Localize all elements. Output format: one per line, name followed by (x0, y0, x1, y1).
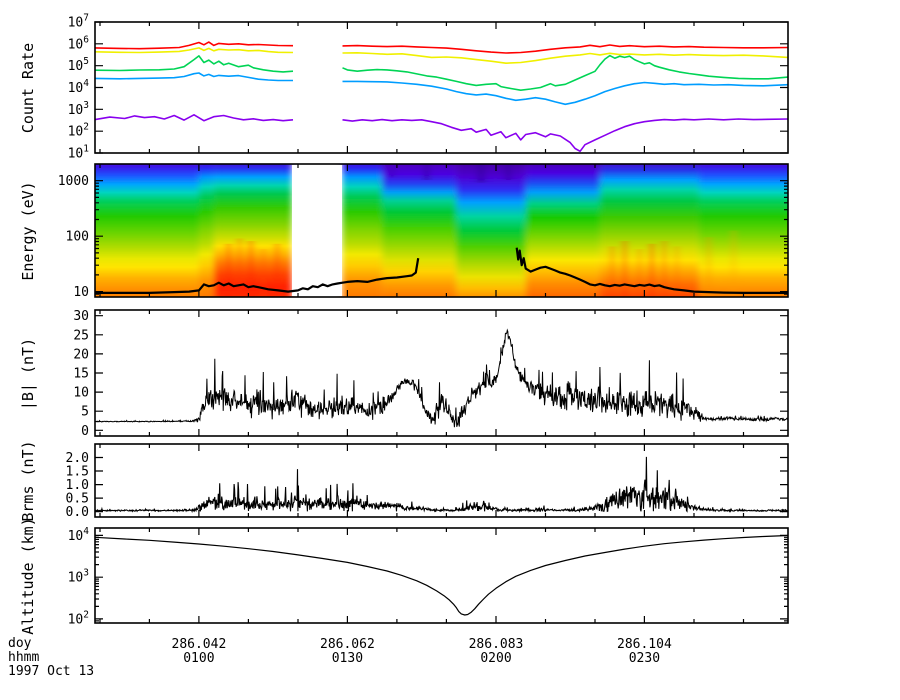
y-tick-label: 10 (73, 285, 89, 300)
y-tick-label: 1000 (58, 174, 89, 189)
y-tick-label: 0.0 (66, 505, 89, 520)
x-tick-label-doy: 286.042 (172, 637, 227, 652)
y-tick-label: 103 (68, 100, 89, 118)
y-tick-label: 15 (73, 367, 89, 382)
y-tick-label: 25 (73, 328, 89, 343)
y-tick-label: 30 (73, 309, 89, 324)
altitude-panel: 102 103 104 (68, 526, 789, 628)
y-tick-label: 2.0 (66, 451, 89, 466)
x-tick-label-hhmm: 0100 (183, 651, 214, 666)
x-tick-label-hhmm: 0230 (629, 651, 660, 666)
y-tick-labels: 0 5 10 15 20 25 30 (73, 309, 89, 439)
x-tick-label-doy: 286.083 (469, 637, 524, 652)
series-brms (94, 456, 789, 514)
y-tick-label: 106 (68, 34, 90, 52)
altitude-axis-title: Altitude (km) (19, 517, 37, 635)
x-tick-label-hhmm: 0200 (480, 651, 511, 666)
series-channel-red (94, 41, 294, 50)
y-tick-label: 5 (81, 405, 89, 420)
series-altitude (94, 534, 789, 616)
y-tick-label: 0 (81, 424, 89, 439)
panel-frame (94, 309, 789, 437)
series-bmag (95, 328, 789, 428)
y-tick-label: 107 (68, 13, 89, 31)
series-channel-purple (94, 114, 294, 122)
series-channel-blue (94, 72, 293, 82)
series-channel-red (342, 44, 789, 54)
count-rate-axis-title: Count Rate (19, 42, 37, 134)
data-gap (292, 165, 343, 296)
y-tick-label: 102 (68, 609, 89, 627)
spectrogram-columns (95, 164, 788, 297)
brms-panel: 0.00.51.01.52.0 (66, 443, 789, 520)
orbit-survey-plot-figure: 101 102 103 104 105 106 107 10 100 1000 0 5 10 15 20… (0, 0, 900, 700)
series-channel-purple (342, 118, 789, 153)
bmag-panel: 0 5 10 15 20 25 30 (73, 309, 789, 439)
x-tick-label-hhmm: 0130 (332, 651, 363, 666)
x-axis-tick-labels: 286.0420100 286.0620130 286.0830200 286.104… (172, 637, 672, 666)
y-tick-label: 20 (73, 347, 89, 362)
y-tick-label: 101 (68, 144, 90, 162)
energy-spectrogram-panel: 10 100 1000 (58, 163, 789, 300)
y-tick-labels: 101 102 103 104 105 106 107 (68, 13, 90, 162)
y-tick-label: 1.0 (66, 478, 89, 493)
y-tick-labels: 102 103 104 (68, 526, 90, 628)
y-tick-label: 1.5 (66, 465, 89, 480)
y-tick-labels: 0.00.51.01.52.0 (66, 451, 89, 520)
y-tick-label: 105 (68, 56, 89, 74)
x-axis-caption-doy: doy (8, 636, 32, 651)
series-channel-green (94, 55, 294, 73)
count-rate-panel: 101 102 103 104 105 106 107 (68, 13, 789, 162)
x-axis-caption-hhmm: hhmm (8, 650, 40, 665)
x-tick-label-doy: 286.104 (617, 637, 672, 652)
x-tick-label-doy: 286.062 (320, 637, 375, 652)
y-tick-label: 104 (68, 78, 90, 96)
series-channel-yellow (342, 52, 789, 64)
y-tick-label: 10 (73, 386, 89, 401)
date-label: 1997 Oct 13 (8, 664, 95, 679)
y-tick-label: 103 (68, 568, 89, 586)
y-tick-label: 104 (68, 526, 90, 544)
y-tick-labels: 10 100 1000 (58, 174, 89, 300)
axis-ticks (95, 310, 788, 436)
y-tick-label: 102 (68, 122, 89, 140)
energy-axis-title: Energy (eV) (19, 181, 37, 281)
y-tick-label: 100 (66, 230, 89, 245)
multi-panel-chart: 101 102 103 104 105 106 107 10 100 1000 0 5 10 15 20… (58, 13, 789, 666)
y-tick-label: 0.5 (66, 492, 89, 507)
